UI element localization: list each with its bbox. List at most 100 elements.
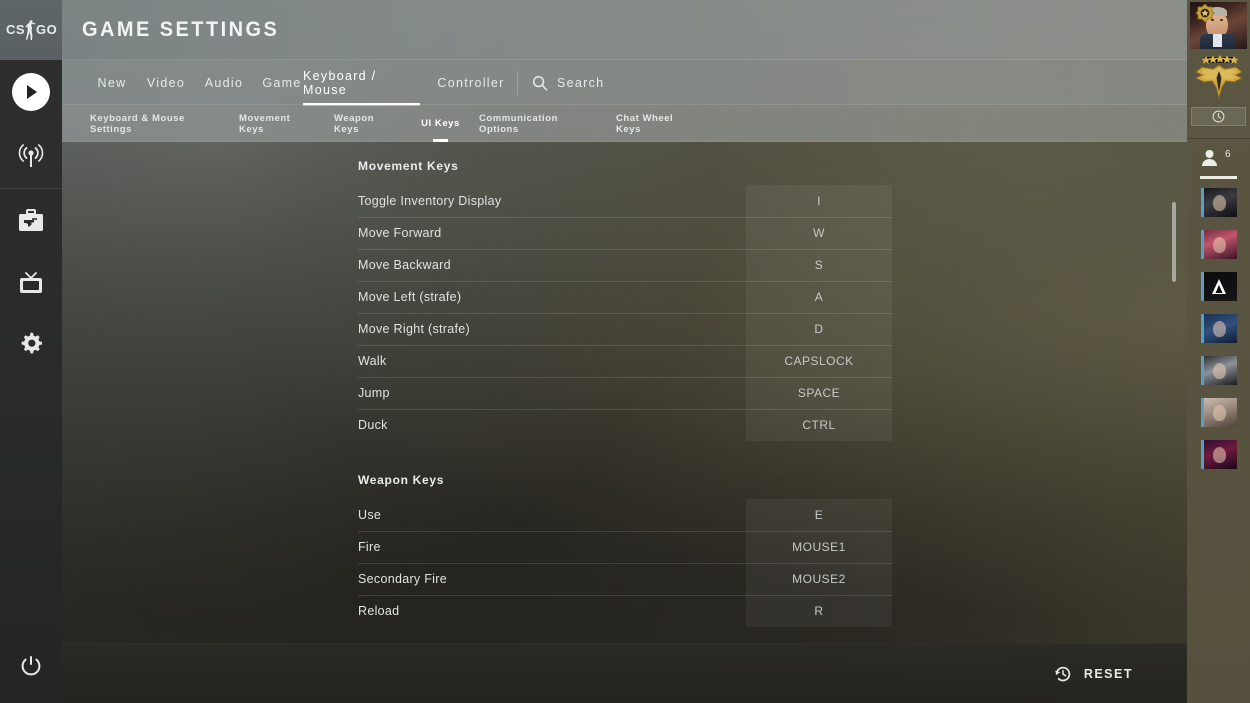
- key-binding-value[interactable]: W: [746, 217, 892, 249]
- friend-status-indicator: [1201, 314, 1204, 343]
- key-binding-value[interactable]: SPACE: [746, 377, 892, 409]
- bottom-bar: RESET: [62, 643, 1187, 703]
- key-binding-text: A: [814, 290, 824, 304]
- settings-icon: [21, 332, 42, 354]
- settings-content: Movement Keys I Toggle Inventory Display W M…: [62, 142, 1187, 643]
- sidebar-item-quit[interactable]: [0, 641, 62, 691]
- key-binding-value[interactable]: MOUSE2: [746, 563, 892, 595]
- friend-list-item[interactable]: [1201, 440, 1237, 469]
- tab-label: New: [97, 75, 127, 90]
- key-binding-value[interactable]: D: [746, 313, 892, 345]
- friend-avatar: [1201, 356, 1237, 385]
- settings-row[interactable]: MOUSE2 Secondary Fire: [358, 563, 892, 595]
- key-binding-value[interactable]: E: [746, 499, 892, 531]
- logo-text-cs: CS: [6, 22, 26, 37]
- power-icon: [21, 656, 41, 676]
- sidebar-item-play[interactable]: [0, 60, 62, 124]
- subtab-communication-options[interactable]: Communication Options: [479, 105, 596, 142]
- friend-avatar: [1201, 440, 1237, 469]
- key-binding-text: CTRL: [802, 418, 836, 432]
- friend-avatar: [1201, 398, 1237, 427]
- friend-list-item[interactable]: [1201, 188, 1237, 217]
- csgo-logo[interactable]: CS GO: [0, 0, 62, 60]
- tab-new[interactable]: New: [88, 60, 136, 105]
- search-label: Search: [557, 75, 605, 90]
- key-binding-value[interactable]: A: [746, 281, 892, 313]
- rank-medal-icon[interactable]: [1192, 54, 1246, 100]
- settings-row[interactable]: W Move Forward: [358, 217, 892, 249]
- friend-list-item[interactable]: [1201, 272, 1237, 301]
- friend-avatar: [1201, 188, 1237, 217]
- key-binding-text: MOUSE1: [792, 540, 846, 554]
- tab-video[interactable]: Video: [136, 60, 196, 105]
- scrollbar-thumb[interactable]: [1172, 202, 1176, 282]
- subtab-weapon-keys[interactable]: Weapon Keys: [334, 105, 402, 142]
- reset-button[interactable]: RESET: [1053, 656, 1133, 692]
- sub-navigation: Keyboard & Mouse Settings Movement Keys We…: [62, 105, 1187, 142]
- key-binding-value[interactable]: MOUSE1: [746, 531, 892, 563]
- friend-status-indicator: [1201, 440, 1204, 469]
- settings-row[interactable]: SPACE Jump: [358, 377, 892, 409]
- key-binding-value[interactable]: CTRL: [746, 409, 892, 441]
- play-icon: [12, 73, 50, 111]
- subtab-chat-wheel-keys[interactable]: Chat Wheel Keys: [616, 105, 698, 142]
- settings-row[interactable]: A Move Left (strafe): [358, 281, 892, 313]
- friend-list-item[interactable]: [1201, 398, 1237, 427]
- settings-row[interactable]: R Reload: [358, 595, 892, 627]
- key-binding-text: SPACE: [797, 386, 841, 400]
- search-button[interactable]: Search: [532, 60, 604, 105]
- right-sidebar: 6: [1187, 0, 1250, 703]
- friend-list-item[interactable]: [1201, 356, 1237, 385]
- friend-avatar: [1201, 230, 1237, 259]
- broadcast-icon: [18, 144, 44, 167]
- subtab-ui-keys[interactable]: UI Keys: [419, 105, 462, 142]
- key-binding-text: CAPSLOCK: [784, 354, 854, 368]
- settings-row[interactable]: E Use: [358, 499, 892, 531]
- key-binding-text: D: [814, 322, 824, 336]
- friend-list-item[interactable]: [1201, 314, 1237, 343]
- match-history-button[interactable]: [1191, 107, 1246, 126]
- subtab-movement-keys[interactable]: Movement Keys: [239, 105, 316, 142]
- settings-row-label: Move Forward: [358, 226, 442, 240]
- settings-row-label: Walk: [358, 354, 387, 368]
- friend-status-indicator: [1201, 356, 1204, 385]
- settings-row[interactable]: CTRL Duck: [358, 409, 892, 441]
- tab-controller[interactable]: Controller: [432, 60, 510, 105]
- friends-header[interactable]: 6: [1187, 146, 1250, 184]
- key-binding-value[interactable]: I: [746, 185, 892, 217]
- settings-row[interactable]: D Move Right (strafe): [358, 313, 892, 345]
- settings-row-label: Move Right (strafe): [358, 322, 470, 336]
- subtab-keyboard-mouse-settings[interactable]: Keyboard & Mouse Settings: [90, 105, 226, 142]
- section-title: Movement Keys: [358, 159, 459, 173]
- csgo-soldier-icon: [25, 20, 36, 40]
- tab-keyboard-mouse[interactable]: Keyboard / Mouse: [303, 60, 420, 106]
- left-sidebar: [0, 60, 62, 703]
- settings-row[interactable]: CAPSLOCK Walk: [358, 345, 892, 377]
- clock-icon: [1212, 110, 1225, 123]
- friends-active-underline: [1200, 176, 1237, 179]
- sidebar-item-watch[interactable]: [0, 251, 62, 315]
- tab-audio[interactable]: Audio: [194, 60, 254, 105]
- sidebar-item-inventory[interactable]: [0, 189, 62, 253]
- sidebar-item-settings[interactable]: [0, 312, 62, 376]
- settings-row-label: Use: [358, 508, 382, 522]
- key-binding-value[interactable]: R: [746, 595, 892, 627]
- logo-text-go: GO: [36, 22, 58, 37]
- friend-list-item[interactable]: [1201, 230, 1237, 259]
- key-binding-value[interactable]: S: [746, 249, 892, 281]
- key-binding-text: S: [814, 258, 824, 272]
- tab-label: Keyboard / Mouse: [303, 68, 377, 97]
- settings-row[interactable]: MOUSE1 Fire: [358, 531, 892, 563]
- player-avatar[interactable]: [1190, 2, 1247, 49]
- key-binding-text: W: [813, 226, 825, 240]
- settings-row-label: Move Left (strafe): [358, 290, 462, 304]
- settings-row[interactable]: S Move Backward: [358, 249, 892, 281]
- subtab-label: Chat Wheel Keys: [616, 112, 674, 135]
- key-binding-text: R: [814, 604, 824, 618]
- sidebar-item-broadcast[interactable]: [0, 124, 62, 188]
- key-binding-value[interactable]: CAPSLOCK: [746, 345, 892, 377]
- row-divider: [358, 377, 892, 378]
- settings-row[interactable]: I Toggle Inventory Display: [358, 185, 892, 217]
- row-divider: [358, 345, 892, 346]
- subtab-label: Weapon Keys: [334, 112, 375, 135]
